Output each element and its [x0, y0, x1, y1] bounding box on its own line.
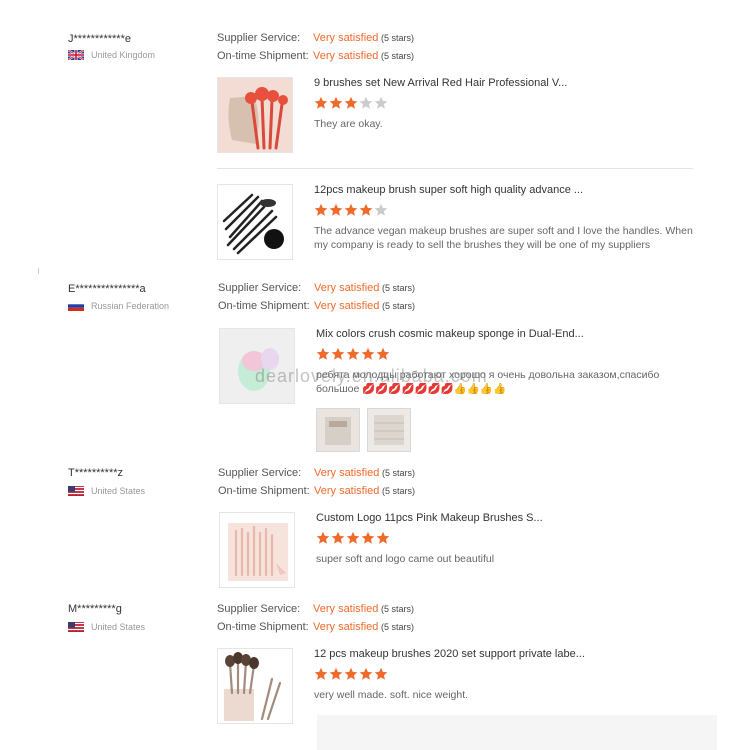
shipment-value: Very satisfied [314, 485, 380, 497]
product-title[interactable]: Mix colors crush cosmic makeup sponge in… [316, 328, 584, 340]
star-filled-icon [361, 531, 375, 544]
supplier-service-value: Very satisfied [313, 603, 379, 615]
red-brush-set-image [218, 78, 292, 152]
shipment-label: On-time Shipment: [217, 621, 309, 633]
supplier-service-value: Very satisfied [314, 282, 380, 294]
star-rating [314, 96, 389, 110]
brown-brush-set-image [218, 649, 292, 723]
supplier-service-value: Very satisfied [313, 32, 379, 44]
star-filled-icon [344, 96, 358, 109]
reviewer-country: United States [68, 622, 145, 632]
review-text: super soft and logo came out beautiful [316, 553, 495, 565]
reviewer-country: United Kingdom [68, 50, 155, 60]
star-empty-icon [374, 203, 388, 216]
shipment-value: Very satisfied [314, 300, 380, 312]
star-filled-icon [346, 347, 360, 360]
divider [217, 168, 693, 169]
reply-box [317, 715, 717, 750]
star-filled-icon [329, 667, 343, 680]
supplier-ratings: Supplier Service: Very satisfied (5 stars)… [217, 600, 477, 636]
supplier-service-stars: (5 stars) [381, 33, 415, 43]
star-rating [316, 347, 391, 361]
divider [38, 268, 39, 274]
reviewer-name: J************e [68, 33, 131, 45]
star-filled-icon [359, 203, 373, 216]
star-filled-icon [346, 531, 360, 544]
star-rating [314, 667, 389, 681]
star-rating [314, 203, 389, 217]
star-rating [316, 531, 391, 545]
shipment-stars: (5 stars) [381, 622, 415, 632]
country-name: United States [91, 486, 146, 496]
star-filled-icon [374, 667, 388, 680]
star-empty-icon [374, 96, 388, 109]
product-thumbnail[interactable] [219, 512, 295, 588]
supplier-service-label: Supplier Service: [217, 32, 301, 44]
uk-flag-icon [68, 50, 84, 60]
country-name: Russian Federation [91, 301, 170, 311]
product-thumbnail[interactable] [217, 184, 293, 260]
supplier-ratings: Supplier Service: Very satisfied (5 stars)… [218, 464, 478, 500]
black-brush-set-image [218, 185, 292, 259]
product-title[interactable]: 12 pcs makeup brushes 2020 set support p… [314, 648, 585, 660]
star-filled-icon [344, 203, 358, 216]
product-title[interactable]: 12pcs makeup brush super soft high quali… [314, 184, 583, 196]
supplier-service-label: Supplier Service: [218, 282, 302, 294]
reviewer-name: E***************a [68, 283, 146, 295]
shipment-label: On-time Shipment: [218, 300, 310, 312]
shipment-stars: (5 stars) [382, 301, 416, 311]
supplier-service-stars: (5 stars) [382, 283, 416, 293]
product-title[interactable]: 9 brushes set New Arrival Red Hair Profe… [314, 77, 567, 89]
supplier-service-label: Supplier Service: [217, 603, 301, 615]
star-filled-icon [316, 531, 330, 544]
supplier-service-label: Supplier Service: [218, 467, 302, 479]
shipment-stars: (5 stars) [381, 51, 415, 61]
star-filled-icon [329, 203, 343, 216]
star-filled-icon [316, 347, 330, 360]
usa-flag-icon [68, 622, 84, 632]
country-name: United States [91, 622, 146, 632]
shipment-label: On-time Shipment: [217, 50, 309, 62]
star-filled-icon [376, 531, 390, 544]
shipment-value: Very satisfied [313, 621, 379, 633]
review-photo-image [368, 409, 410, 451]
review-photo-image [317, 409, 359, 451]
reviewer-name: T**********z [68, 467, 124, 479]
star-filled-icon [331, 347, 345, 360]
reviewer-country: Russian Federation [68, 301, 169, 311]
star-filled-icon [314, 203, 328, 216]
product-thumbnail[interactable] [217, 648, 293, 724]
star-filled-icon [331, 531, 345, 544]
star-empty-icon [359, 96, 373, 109]
star-filled-icon [344, 667, 358, 680]
star-filled-icon [376, 347, 390, 360]
star-filled-icon [329, 96, 343, 109]
supplier-service-stars: (5 stars) [382, 468, 416, 478]
review-photo[interactable] [367, 408, 411, 452]
star-filled-icon [361, 347, 375, 360]
shipment-value: Very satisfied [313, 50, 379, 62]
supplier-service-stars: (5 stars) [381, 604, 415, 614]
star-filled-icon [359, 667, 373, 680]
usa-flag-icon [68, 486, 84, 496]
review-text: They are okay. [314, 118, 383, 130]
supplier-ratings: Supplier Service: Very satisfied (5 stars)… [217, 29, 477, 65]
watermark: dearlovely.en.alibaba.com [255, 366, 488, 386]
supplier-ratings: Supplier Service: Very satisfied (5 stars)… [218, 279, 478, 315]
star-filled-icon [314, 96, 328, 109]
country-name: United Kingdom [91, 50, 156, 60]
product-thumbnail[interactable] [217, 77, 293, 153]
russia-flag-icon [68, 301, 84, 311]
star-filled-icon [314, 667, 328, 680]
reviewer-country: United States [68, 486, 145, 496]
product-title[interactable]: Custom Logo 11pcs Pink Makeup Brushes S.… [316, 512, 543, 524]
review-text: very well made. soft. nice weight. [314, 689, 469, 701]
reviewer-name: M*********g [68, 603, 122, 615]
shipment-label: On-time Shipment: [218, 485, 310, 497]
supplier-service-value: Very satisfied [314, 467, 380, 479]
review-text: The advance vegan makeup brushes are sup… [314, 225, 693, 251]
shipment-stars: (5 stars) [382, 486, 416, 496]
pink-brush-set-image [220, 513, 294, 587]
review-photo[interactable] [316, 408, 360, 452]
